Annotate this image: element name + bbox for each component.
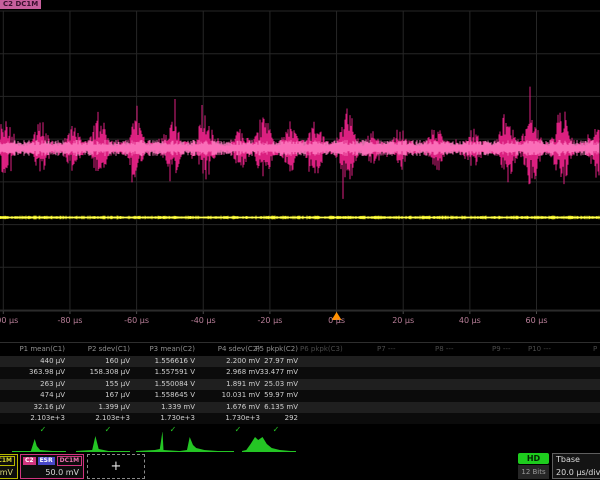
c2-volts-per-div: 50.0 mV [45,468,79,477]
c2-coupling-badge: DC1M [57,456,83,466]
param-header-disabled[interactable]: P10 --- [528,344,551,355]
time-axis-label: 20 µs [392,316,414,325]
timebase-value: 20.0 µs/div [556,468,600,477]
param-value-cell: 1.556616 V [133,356,195,367]
param-header-p2[interactable]: P2 sdev(C1) [68,344,130,355]
param-value-cell: 160 µV [68,356,130,367]
histicon-p1[interactable] [12,432,66,454]
hd-mode-badge[interactable]: HD [518,453,549,464]
time-axis-label: -60 µs [124,316,149,325]
time-axis-label: -40 µs [191,316,216,325]
param-value-cell: 6.135 mV [236,402,298,413]
time-axis-label: -100 µs [0,316,18,325]
param-value-cell: 2.103e+3 [3,413,65,424]
param-value-cell: 1.550084 V [133,379,195,390]
param-value-cell: 59.97 mV [236,390,298,401]
param-value-cell: 27.97 mV [236,356,298,367]
param-header-disabled[interactable]: P8 --- [435,344,453,355]
add-trace-button[interactable]: + [87,454,145,479]
time-axis-label: 40 µs [459,316,481,325]
param-stat-row: 474 µV167 µV1.558645 V10.031 mV59.97 mV [0,390,600,401]
plus-icon: + [111,459,122,474]
c2-label: C2 [23,457,36,465]
param-stat-row: 32.16 µV1.399 µV1.339 mV1.676 mV6.135 mV [0,402,600,413]
param-value-cell: 33.477 mV [236,367,298,378]
param-stat-row: 440 µV160 µV1.556616 V2.200 mV27.97 mV [0,356,600,367]
param-value-cell: 25.03 mV [236,379,298,390]
time-axis-label: -20 µs [257,316,282,325]
param-header-disabled[interactable]: P7 --- [377,344,395,355]
param-value-cell: 1.558645 V [133,390,195,401]
param-stat-row: 2.103e+32.103e+31.730e+31.730e+3292 [0,413,600,424]
param-header-disabled[interactable]: P9 --- [492,344,510,355]
param-value-cell: 1.339 mV [133,402,195,413]
measurement-table: P1 mean(C1)P2 sdev(C1)P3 mean(C2)P4 sdev… [0,342,600,343]
param-value-cell: 155 µV [68,379,130,390]
param-value-cell: 440 µV [3,356,65,367]
histicon-p2[interactable] [76,432,130,454]
c2-esr-badge: ESR [38,457,55,465]
param-value-cell: 363.98 µV [3,367,65,378]
param-value-cell: 158.308 µV [68,367,130,378]
param-value-cell: 2.103e+3 [68,413,130,424]
oscilloscope-screen: C2 DC1M -100 µs -80 µs -60 µs -40 µs -20 µs 0… [0,0,600,480]
param-value-cell: 263 µV [3,379,65,390]
param-stat-row: 263 µV155 µV1.550084 V1.891 mV25.03 mV [0,379,600,390]
time-axis-label: -80 µs [58,316,83,325]
c1-coupling-badge: DC1M [0,456,15,466]
timebase-label: Tbase [556,455,580,464]
param-stat-row: 363.98 µV158.308 µV1.557591 V2.968 mV33.… [0,367,600,378]
channel-descriptor-c2[interactable]: C2 ESR DC1M 50.0 mV [20,454,84,479]
histicon-p5[interactable] [242,432,296,454]
param-value-cell: 167 µV [68,390,130,401]
channel-descriptor-c1[interactable]: C1 DC1M 50.0 mV [0,454,18,479]
param-value-cell: 1.730e+3 [133,413,195,424]
param-value-cell: 292 [236,413,298,424]
param-header-disabled[interactable]: P [593,344,597,355]
param-header-p1[interactable]: P1 mean(C1) [3,344,65,355]
c1-volts-per-div: 50.0 mV [0,468,13,477]
param-value-cell: 32.16 µV [3,402,65,413]
param-header-p5[interactable]: P5 pkpk(C2) [236,344,298,355]
histicon-p4[interactable] [180,432,234,454]
time-axis-label: 60 µs [526,316,548,325]
param-value-cell: 1.399 µV [68,402,130,413]
timebase-descriptor[interactable]: Tbase 20.0 µs/div [552,453,600,479]
time-axis-label: 0 µs [328,316,345,325]
param-header-p3[interactable]: P3 mean(C2) [133,344,195,355]
hd-bits-label: 12 Bits [518,465,549,479]
param-value-cell: 1.557591 V [133,367,195,378]
param-value-cell: 474 µV [3,390,65,401]
active-trace-badge: C2 DC1M [0,0,41,9]
param-header-disabled[interactable]: P6 pkpk(C3) [300,344,343,355]
